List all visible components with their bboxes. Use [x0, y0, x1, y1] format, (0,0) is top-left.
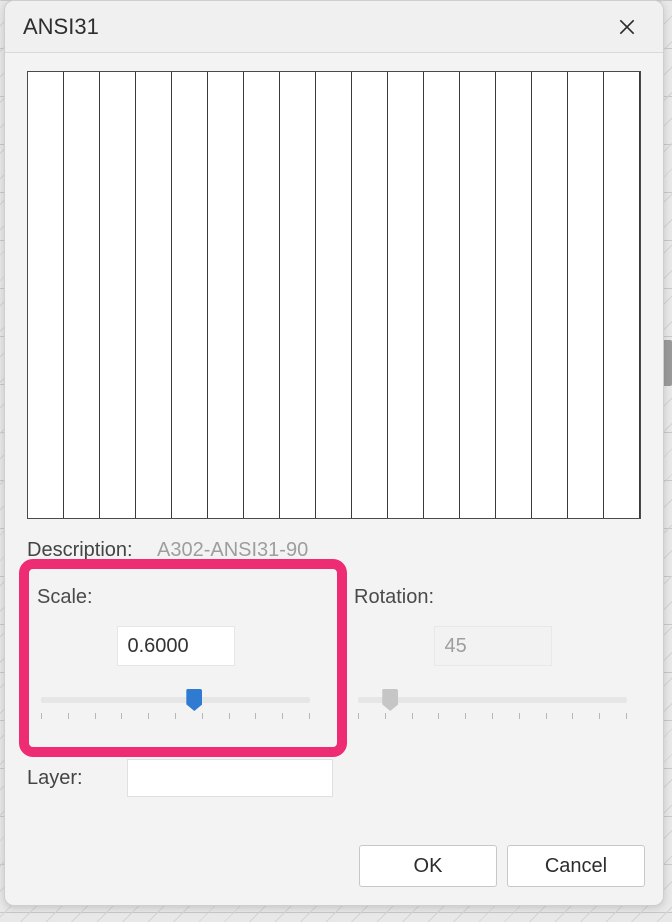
rotation-label: Rotation: — [354, 586, 631, 609]
rotation-slider-ticks — [358, 713, 627, 721]
scale-rotation-groups: Scale: Rotation: — [27, 582, 641, 735]
cancel-button[interactable]: Cancel — [507, 845, 645, 887]
description-label: Description: — [27, 539, 157, 562]
scale-slider-track — [41, 697, 310, 703]
rotation-group: Rotation: — [344, 582, 641, 735]
close-icon — [617, 17, 637, 37]
scale-label: Scale: — [37, 586, 314, 609]
hatch-preview-lines — [28, 72, 640, 518]
close-button[interactable] — [609, 9, 645, 45]
titlebar: ANSI31 — [5, 1, 663, 53]
rotation-slider-thumb — [382, 689, 398, 711]
description-row: Description: A302-ANSI31-90 — [27, 539, 641, 562]
dialog-footer: OK Cancel — [5, 835, 663, 905]
layer-row: Layer: — [27, 759, 641, 797]
rotation-input — [435, 627, 551, 665]
scale-input[interactable] — [118, 627, 234, 665]
rotation-slider-track — [358, 697, 627, 703]
ok-button[interactable]: OK — [359, 845, 497, 887]
hatch-preview[interactable] — [27, 71, 641, 519]
description-value: A302-ANSI31-90 — [157, 539, 308, 562]
hatch-pattern-dialog: ANSI31 Description: A302-ANSI31-90 Scale… — [4, 0, 664, 906]
scale-slider-thumb[interactable] — [186, 689, 202, 711]
scale-slider[interactable] — [41, 689, 310, 715]
scale-slider-ticks — [41, 713, 310, 721]
scale-group: Scale: — [27, 582, 324, 735]
layer-label: Layer: — [27, 767, 127, 790]
dialog-content: Description: A302-ANSI31-90 Scale: Rotat… — [5, 53, 663, 835]
layer-input[interactable] — [127, 759, 333, 797]
rotation-slider — [358, 689, 627, 715]
dialog-title: ANSI31 — [23, 14, 99, 40]
